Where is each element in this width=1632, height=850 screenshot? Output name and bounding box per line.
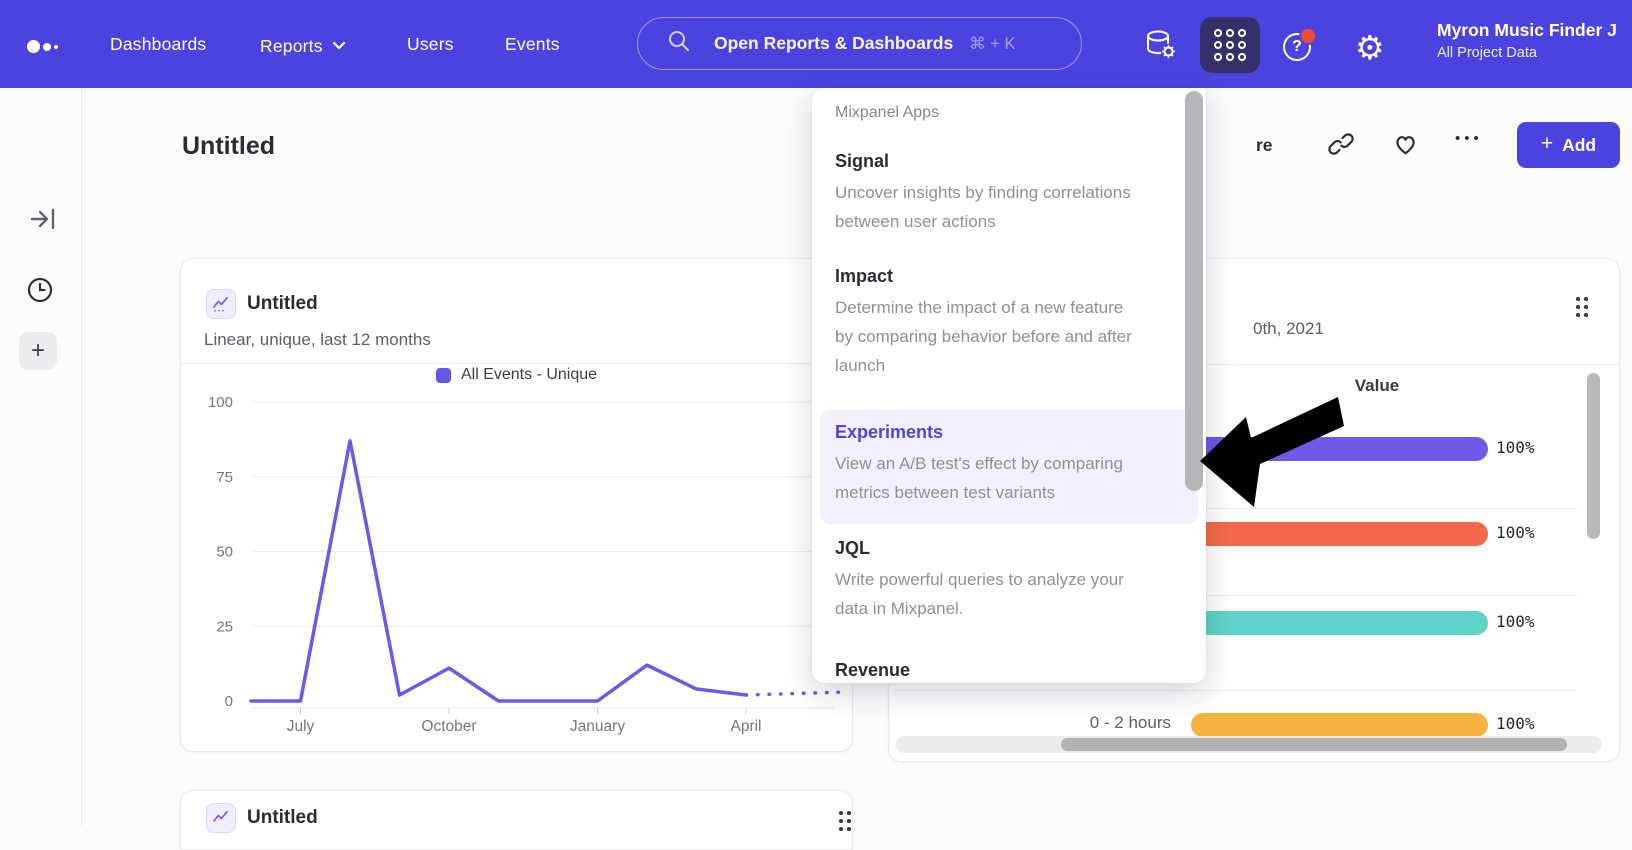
project-name: All Project Data [1437, 45, 1632, 61]
line-chart-icon [206, 289, 236, 319]
copy-link-icon[interactable] [1328, 131, 1354, 162]
settings-gear-icon[interactable]: ⚙︎ [1355, 28, 1385, 67]
favorite-heart-icon[interactable] [1392, 131, 1419, 162]
search-shortcut: ⌘ + K [969, 34, 1015, 54]
line-chart-plot[interactable]: 0 25 50 75 100 July October January April [181, 387, 854, 747]
global-search-input[interactable]: Open Reports & Dashboards ⌘ + K [637, 17, 1082, 70]
mixpanel-logo[interactable] [27, 40, 58, 53]
drag-handle-icon[interactable] [1576, 297, 1588, 317]
svg-text:100: 100 [208, 394, 233, 411]
horizontal-scrollbar-thumb[interactable] [1061, 738, 1567, 751]
svg-text:0: 0 [225, 693, 233, 710]
search-icon [668, 30, 690, 57]
apps-grid-button[interactable] [1200, 17, 1260, 73]
user-menu[interactable]: Myron Music Finder J All Project Data [1437, 20, 1632, 61]
nav-reports[interactable]: Reports [260, 34, 346, 57]
recent-clock-icon[interactable] [26, 276, 54, 309]
menu-item-experiments[interactable]: Experiments [835, 422, 943, 443]
svg-text:April: April [730, 718, 761, 735]
menu-scrollbar[interactable] [1185, 91, 1203, 491]
top-navbar: Dashboards Reports Users Events Open Rep… [0, 0, 1632, 88]
chart-legend[interactable]: All Events - Unique [181, 366, 852, 384]
divider [181, 363, 852, 364]
bar-segment [1191, 437, 1488, 461]
line-chart-icon [206, 803, 236, 833]
help-button[interactable]: ? [1283, 33, 1313, 63]
plus-icon: + [1541, 132, 1553, 156]
nav-users[interactable]: Users [407, 34, 454, 55]
chevron-down-icon [332, 34, 346, 55]
vertical-scrollbar[interactable] [1587, 373, 1600, 539]
bar-value: 100% [1496, 523, 1535, 542]
value-column-header: Value [1321, 376, 1433, 396]
row-separator [896, 690, 1578, 691]
user-name: Myron Music Finder J [1437, 20, 1632, 41]
card-subtitle: Linear, unique, last 12 months [204, 330, 431, 350]
search-placeholder: Open Reports & Dashboards [714, 33, 953, 54]
nav-dashboards[interactable]: Dashboards [110, 34, 206, 55]
svg-text:January: January [570, 718, 625, 735]
left-sidebar: + [0, 88, 82, 826]
bottom-chart-card: Untitled [180, 790, 853, 850]
menu-header: Mixpanel Apps [835, 104, 939, 122]
menu-item-signal[interactable]: Signal [835, 151, 889, 172]
svg-text:50: 50 [216, 544, 233, 561]
share-button-clipped[interactable]: re [1256, 135, 1273, 156]
mixpanel-apps-menu: Mixpanel Apps Signal Uncover insights by… [812, 88, 1206, 683]
svg-text:July: July [287, 718, 315, 735]
bar-value: 100% [1496, 714, 1535, 733]
date-range-clipped: 0th, 2021 [1253, 319, 1324, 339]
line-chart-card: Untitled Linear, unique, last 12 months … [180, 258, 853, 752]
bar-segment [1191, 522, 1488, 546]
add-button[interactable]: + Add [1517, 122, 1620, 168]
notification-dot [1299, 27, 1317, 45]
bar-segment [1191, 713, 1488, 737]
legend-label: All Events - Unique [461, 366, 597, 384]
data-management-icon[interactable] [1142, 27, 1178, 68]
more-options-button[interactable]: ••• [1455, 130, 1483, 147]
svg-text:October: October [421, 718, 476, 735]
legend-swatch [436, 368, 451, 383]
horizontal-scrollbar-track[interactable] [896, 736, 1602, 753]
menu-item-jql[interactable]: JQL [835, 538, 870, 559]
drag-handle-icon[interactable] [839, 811, 851, 831]
card-title[interactable]: Untitled [247, 293, 318, 315]
svg-text:75: 75 [216, 469, 233, 486]
svg-text:25: 25 [216, 618, 233, 635]
page-title: Untitled [182, 132, 275, 161]
nav-events[interactable]: Events [505, 34, 560, 55]
bar-value: 100% [1496, 612, 1535, 631]
bar-value: 100% [1496, 438, 1535, 457]
apps-grid-icon [1214, 29, 1246, 61]
add-board-button[interactable]: + [19, 332, 57, 370]
bar-segment [1191, 611, 1488, 635]
menu-item-revenue[interactable]: Revenue [835, 660, 910, 681]
expand-sidebar-icon[interactable] [30, 208, 58, 235]
menu-item-impact[interactable]: Impact [835, 266, 893, 287]
